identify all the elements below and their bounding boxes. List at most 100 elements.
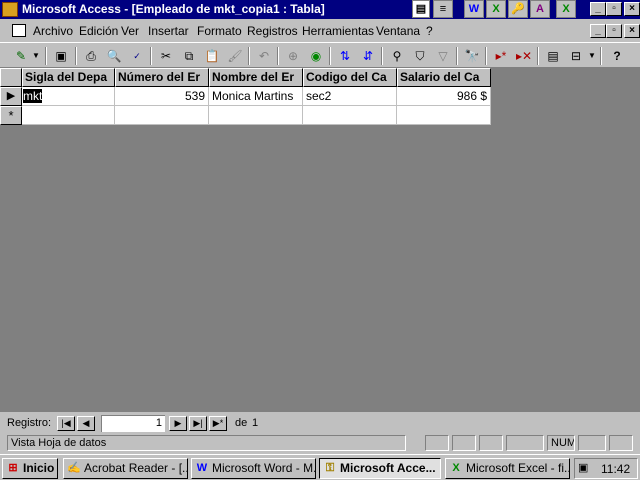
paste-icon[interactable]: 📋: [201, 46, 223, 66]
menu-help[interactable]: ?: [426, 24, 433, 38]
cell-codigo[interactable]: sec2: [303, 87, 397, 106]
view-icon[interactable]: ✎: [10, 46, 32, 66]
doc-minimize-button[interactable]: _: [590, 24, 606, 38]
task-excel[interactable]: X Microsoft Excel - fi...: [445, 458, 570, 479]
minimize-button[interactable]: _: [590, 2, 606, 16]
next-record-button[interactable]: ▶: [169, 416, 187, 431]
status-bar: Vista Hoja de datos NUM: [0, 434, 640, 452]
key-icon: ⚿: [325, 462, 335, 474]
menu-ver[interactable]: Ver: [121, 24, 139, 38]
column-header-salario[interactable]: Salario del Ca: [397, 68, 491, 87]
of-label: de: [235, 417, 248, 429]
new-cell-nombre[interactable]: [209, 106, 303, 125]
column-header-codigo[interactable]: Codigo del Ca: [303, 68, 397, 87]
excel-icon-2[interactable]: X: [556, 0, 576, 18]
new-record-nav-button[interactable]: ▶*: [209, 416, 227, 431]
previous-record-button[interactable]: ◀: [77, 416, 95, 431]
cell-salario[interactable]: 986 $: [397, 87, 491, 106]
format-painter-icon[interactable]: 🖌: [224, 46, 246, 66]
task-label: Microsoft Word - M...: [212, 461, 316, 475]
menu-archivo[interactable]: Archivo: [33, 24, 73, 38]
new-record-icon[interactable]: ▸*: [490, 46, 512, 66]
filter-by-form-icon[interactable]: ⛉: [409, 46, 431, 66]
help-icon[interactable]: ?: [606, 46, 628, 66]
delete-record-icon[interactable]: ▸✕: [513, 46, 535, 66]
record-number-input[interactable]: 1: [101, 415, 165, 432]
clock[interactable]: 11:42: [601, 462, 630, 476]
doc-restore-button[interactable]: ▫: [606, 24, 622, 38]
taskbar: ⊞ Inicio ✍ Acrobat Reader - [... W Micro…: [0, 454, 640, 480]
row-selector-current[interactable]: ▶: [0, 87, 22, 106]
new-cell-sigla[interactable]: [22, 106, 115, 125]
view-dropdown-icon[interactable]: ▼: [30, 46, 42, 66]
num-lock-indicator: NUM: [547, 435, 575, 451]
status-panel: [452, 435, 476, 451]
database-window-icon[interactable]: ⊟: [565, 46, 587, 66]
excel-icon[interactable]: X: [486, 0, 506, 18]
toolbar-separator: [45, 47, 47, 65]
cell-numero[interactable]: 539: [115, 87, 209, 106]
insert-hyperlink-icon[interactable]: ⊕: [282, 46, 304, 66]
task-label: Microsoft Acce...: [340, 461, 436, 475]
doc-close-button[interactable]: ×: [624, 24, 640, 38]
sort-descending-icon[interactable]: ⇵: [357, 46, 379, 66]
column-header-sigla[interactable]: Sigla del Depa: [22, 68, 115, 87]
row-selector-new[interactable]: *: [0, 106, 22, 125]
status-panel: [578, 435, 606, 451]
excel-icon: X: [452, 462, 460, 474]
powerpoint-icon[interactable]: A: [530, 0, 550, 18]
find-icon[interactable]: 🔭: [461, 46, 483, 66]
print-icon[interactable]: ⎙: [80, 46, 102, 66]
access-app-icon[interactable]: [2, 2, 18, 17]
list-icon[interactable]: ≡: [433, 0, 453, 18]
new-cell-numero[interactable]: [115, 106, 209, 125]
properties-icon[interactable]: ▤: [542, 46, 564, 66]
restore-button[interactable]: ▫: [606, 2, 622, 16]
task-label: Microsoft Excel - fi...: [466, 461, 570, 475]
cell-nombre[interactable]: Monica Martins: [209, 87, 303, 106]
filter-by-selection-icon[interactable]: ⚲: [386, 46, 408, 66]
task-access[interactable]: ⚿ Microsoft Acce...: [319, 458, 441, 479]
print-preview-icon[interactable]: 🔍: [103, 46, 125, 66]
task-acrobat[interactable]: ✍ Acrobat Reader - [...: [63, 458, 188, 479]
status-panel: [609, 435, 633, 451]
menu-edicion[interactable]: Edición: [79, 24, 118, 38]
title-bar: Microsoft Access - [Empleado de mkt_copi…: [0, 0, 640, 19]
close-button[interactable]: ×: [624, 2, 640, 16]
undo-icon[interactable]: ↶: [253, 46, 275, 66]
notepad-icon[interactable]: ▤: [412, 0, 430, 18]
menu-insertar[interactable]: Insertar: [148, 24, 189, 38]
last-record-button[interactable]: ▶|: [189, 416, 207, 431]
document-icon[interactable]: [12, 24, 26, 37]
menu-registros[interactable]: Registros: [247, 24, 298, 38]
new-cell-salario[interactable]: [397, 106, 491, 125]
start-button[interactable]: ⊞ Inicio: [2, 458, 58, 479]
toolbar-separator: [537, 47, 539, 65]
select-all-corner[interactable]: [0, 68, 22, 87]
column-header-numero[interactable]: Número del Er: [115, 68, 209, 87]
menu-formato[interactable]: Formato: [197, 24, 242, 38]
task-word[interactable]: W Microsoft Word - M...: [191, 458, 316, 479]
new-object-dropdown-icon[interactable]: ▼: [586, 46, 598, 66]
scheduler-icon[interactable]: ▣: [578, 461, 588, 474]
sort-ascending-icon[interactable]: ⇅: [334, 46, 356, 66]
cell-sigla[interactable]: mkt: [22, 87, 115, 106]
menu-ventana[interactable]: Ventana: [376, 24, 420, 38]
key-icon[interactable]: 🔑: [508, 0, 528, 18]
save-icon[interactable]: ▣: [50, 46, 72, 66]
first-record-button[interactable]: |◀: [57, 416, 75, 431]
cut-icon[interactable]: ✂: [155, 46, 177, 66]
copy-icon[interactable]: ⧉: [178, 46, 200, 66]
toolbar-separator: [75, 47, 77, 65]
apply-filter-icon[interactable]: ▽: [432, 46, 454, 66]
menu-bar: Archivo Edición Ver Insertar Formato Reg…: [0, 21, 640, 41]
web-toolbar-icon[interactable]: ◉: [305, 46, 327, 66]
column-header-nombre[interactable]: Nombre del Er: [209, 68, 303, 87]
spelling-icon[interactable]: ✓: [126, 46, 148, 66]
new-cell-codigo[interactable]: [303, 106, 397, 125]
word-icon[interactable]: W: [464, 0, 484, 18]
total-records: 1: [252, 417, 259, 429]
datasheet-area: Sigla del Depa Número del Er Nombre del …: [0, 68, 640, 412]
system-tray: ▣ 11:42: [574, 458, 638, 479]
menu-herramientas[interactable]: Herramientas: [302, 24, 374, 38]
